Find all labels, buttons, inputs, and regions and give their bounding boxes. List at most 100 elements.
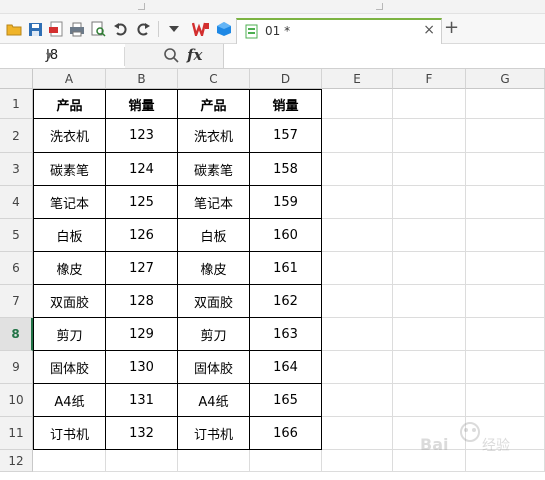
cell-e6[interactable] — [322, 252, 393, 285]
cell-f8[interactable] — [393, 318, 466, 351]
wps-logo-icon[interactable] — [191, 18, 211, 40]
print-preview-icon[interactable] — [88, 18, 108, 40]
cell-a3[interactable]: 碳素笔 — [33, 153, 106, 186]
save-icon[interactable] — [25, 18, 45, 40]
cell-c12[interactable] — [178, 450, 250, 472]
row-header-5[interactable]: 5 — [0, 219, 33, 252]
cell-c7[interactable]: 双面胶 — [178, 285, 250, 318]
insert-function-button[interactable]: fx — [187, 46, 202, 64]
print-icon[interactable] — [67, 18, 87, 40]
cell-c11[interactable]: 订书机 — [178, 417, 250, 450]
cell-b10[interactable]: 131 — [106, 384, 178, 417]
cell-d4[interactable]: 159 — [250, 186, 322, 219]
cell-c9[interactable]: 固体胶 — [178, 351, 250, 384]
cell-b3[interactable]: 124 — [106, 153, 178, 186]
cell-a10[interactable]: A4纸 — [33, 384, 106, 417]
cell-g3[interactable] — [466, 153, 545, 186]
close-tab-icon[interactable]: × — [423, 22, 435, 38]
new-tab-button[interactable]: + — [444, 19, 459, 37]
cell-d12[interactable] — [250, 450, 322, 472]
redo-icon[interactable] — [133, 18, 153, 40]
cell-a6[interactable]: 橡皮 — [33, 252, 106, 285]
cell-g9[interactable] — [466, 351, 545, 384]
cell-f6[interactable] — [393, 252, 466, 285]
cell-c5[interactable]: 白板 — [178, 219, 250, 252]
cell-c8[interactable]: 剪刀 — [178, 318, 250, 351]
formula-input[interactable] — [224, 44, 545, 68]
cell-d2[interactable]: 157 — [250, 119, 322, 153]
row-header-6[interactable]: 6 — [0, 252, 33, 285]
cell-e7[interactable] — [322, 285, 393, 318]
cell-a4[interactable]: 笔记本 — [33, 186, 106, 219]
cell-c2[interactable]: 洗衣机 — [178, 119, 250, 153]
cell-e4[interactable] — [322, 186, 393, 219]
cell-f1[interactable] — [393, 89, 466, 119]
open-folder-icon[interactable] — [4, 18, 24, 40]
cell-d5[interactable]: 160 — [250, 219, 322, 252]
export-pdf-icon[interactable] — [46, 18, 66, 40]
zoom-search-icon[interactable] — [163, 47, 179, 67]
chevron-down-icon[interactable]: ▼ — [46, 51, 120, 60]
cell-a8[interactable]: 剪刀 — [33, 318, 106, 351]
cell-g2[interactable] — [466, 119, 545, 153]
cell-e1[interactable] — [322, 89, 393, 119]
row-header-2[interactable]: 2 — [0, 119, 33, 153]
cell-d3[interactable]: 158 — [250, 153, 322, 186]
row-header-9[interactable]: 9 — [0, 351, 33, 384]
cell-b6[interactable]: 127 — [106, 252, 178, 285]
cell-d7[interactable]: 162 — [250, 285, 322, 318]
cell-f7[interactable] — [393, 285, 466, 318]
column-header-a[interactable]: A — [33, 69, 106, 89]
cell-a12[interactable] — [33, 450, 106, 472]
cell-d6[interactable]: 161 — [250, 252, 322, 285]
cell-d10[interactable]: 165 — [250, 384, 322, 417]
cell-c3[interactable]: 碳素笔 — [178, 153, 250, 186]
cell-a2[interactable]: 洗衣机 — [33, 119, 106, 153]
row-header-4[interactable]: 4 — [0, 186, 33, 219]
document-tab[interactable]: 01 * × — [236, 18, 442, 46]
cell-f2[interactable] — [393, 119, 466, 153]
row-header-1[interactable]: 1 — [0, 89, 33, 119]
cell-e2[interactable] — [322, 119, 393, 153]
cell-g10[interactable] — [466, 384, 545, 417]
cell-b8[interactable]: 129 — [106, 318, 178, 351]
cell-e5[interactable] — [322, 219, 393, 252]
cell-f3[interactable] — [393, 153, 466, 186]
row-header-12[interactable]: 12 — [0, 450, 33, 472]
cell-a1[interactable]: 产品 — [33, 89, 106, 119]
cell-g7[interactable] — [466, 285, 545, 318]
column-header-c[interactable]: C — [178, 69, 250, 89]
cell-e12[interactable] — [322, 450, 393, 472]
cell-b2[interactable]: 123 — [106, 119, 178, 153]
column-header-g[interactable]: G — [466, 69, 545, 89]
cell-e10[interactable] — [322, 384, 393, 417]
cell-e8[interactable] — [322, 318, 393, 351]
cell-a11[interactable]: 订书机 — [33, 417, 106, 450]
cell-c6[interactable]: 橡皮 — [178, 252, 250, 285]
cell-f10[interactable] — [393, 384, 466, 417]
cell-g6[interactable] — [466, 252, 545, 285]
cell-f5[interactable] — [393, 219, 466, 252]
cell-f4[interactable] — [393, 186, 466, 219]
row-header-3[interactable]: 3 — [0, 153, 33, 186]
cell-a5[interactable]: 白板 — [33, 219, 106, 252]
column-header-d[interactable]: D — [250, 69, 322, 89]
cell-d9[interactable]: 164 — [250, 351, 322, 384]
column-header-f[interactable]: F — [393, 69, 466, 89]
cell-g5[interactable] — [466, 219, 545, 252]
cell-b7[interactable]: 128 — [106, 285, 178, 318]
cell-e3[interactable] — [322, 153, 393, 186]
cell-c1[interactable]: 产品 — [178, 89, 250, 119]
chevron-down-icon[interactable] — [164, 18, 184, 40]
cell-g4[interactable] — [466, 186, 545, 219]
cell-c4[interactable]: 笔记本 — [178, 186, 250, 219]
row-header-10[interactable]: 10 — [0, 384, 33, 417]
cell-g8[interactable] — [466, 318, 545, 351]
cell-c10[interactable]: A4纸 — [178, 384, 250, 417]
cell-a7[interactable]: 双面胶 — [33, 285, 106, 318]
cell-f9[interactable] — [393, 351, 466, 384]
cell-e9[interactable] — [322, 351, 393, 384]
cube-app-icon[interactable] — [214, 18, 234, 40]
column-header-e[interactable]: E — [322, 69, 393, 89]
cell-b11[interactable]: 132 — [106, 417, 178, 450]
